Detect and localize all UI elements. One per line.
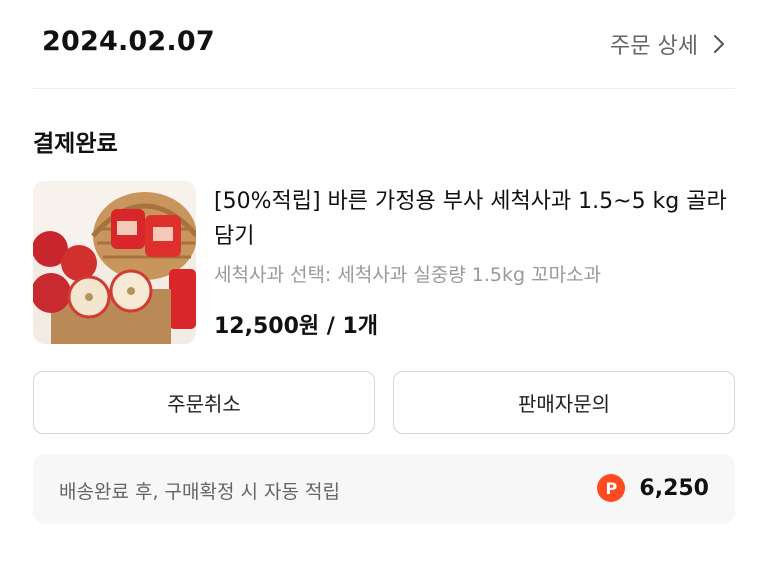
product-thumbnail[interactable] [33,181,196,344]
product-price: 12,500원 / 1개 [214,314,379,339]
product-option: 세척사과 선택: 세척사과 실중량 1.5kg 꼬마소과 [214,264,602,286]
cancel-order-button[interactable]: 주문취소 [33,371,375,434]
seller-inquiry-button[interactable]: 판매자문의 [393,371,735,434]
points-info-box: 배송완료 후, 구매확정 시 자동 적립 P 6,250 [33,454,735,524]
product-title[interactable]: [50%적립] 바른 가정용 부사 세척사과 1.5~5 kg 골라담기 [214,184,734,254]
header-divider [33,88,735,89]
point-coin-icon: P [597,474,626,502]
points-amount: P 6,250 [597,474,709,502]
apple-product-photo-icon [33,181,196,344]
points-label: 배송완료 후, 구매확정 시 자동 적립 [59,481,340,503]
order-date: 2024.02.07 [42,26,215,57]
order-detail-label: 주문 상세 [610,34,698,59]
points-value: 6,250 [639,475,709,501]
order-detail-link[interactable]: 주문 상세 [610,28,730,60]
order-status: 결제완료 [33,131,118,157]
chevron-right-icon [708,33,730,55]
order-header: 2024.02.07 주문 상세 [0,0,768,88]
